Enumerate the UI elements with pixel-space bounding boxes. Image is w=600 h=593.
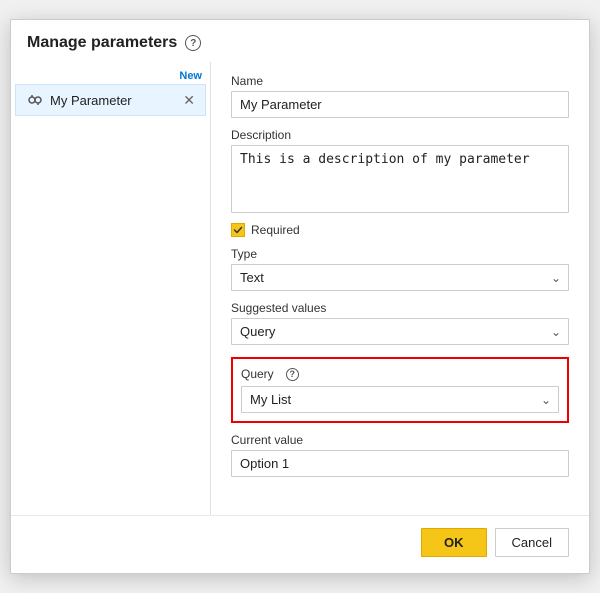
help-icon[interactable]: ? [185,35,201,51]
type-select-wrapper: Text ⌄ [231,264,569,291]
suggested-values-field-group: Suggested values Query ⌄ [231,301,569,345]
suggested-values-label: Suggested values [231,301,569,315]
dialog-title: Manage parameters [27,34,177,52]
name-field-group: Name [231,74,569,118]
parameter-icon [26,91,44,109]
description-field-group: Description This is a description of my … [231,128,569,213]
manage-parameters-dialog: Manage parameters ? New My Parameter ✕ [10,19,590,574]
type-select[interactable]: Text [231,264,569,291]
dialog-footer: OK Cancel [11,515,589,573]
query-select-wrapper: My List ⌄ [241,386,559,413]
sidebar-parameter-item[interactable]: My Parameter ✕ [15,84,206,116]
query-help-icon[interactable]: ? [286,368,299,381]
current-value-field-group: Current value [231,433,569,477]
required-checkbox[interactable] [231,223,245,237]
current-value-label: Current value [231,433,569,447]
dialog-header: Manage parameters ? [11,20,589,62]
query-select[interactable]: My List [241,386,559,413]
type-field-group: Type Text ⌄ [231,247,569,291]
suggested-values-select-wrapper: Query ⌄ [231,318,569,345]
close-icon[interactable]: ✕ [183,93,195,107]
sidebar-item-name: My Parameter [50,93,183,108]
name-label: Name [231,74,569,88]
name-input[interactable] [231,91,569,118]
description-textarea[interactable]: This is a description of my parameter [231,145,569,213]
new-label: New [11,70,210,84]
cancel-button[interactable]: Cancel [495,528,569,557]
current-value-input[interactable] [231,450,569,477]
type-label: Type [231,247,569,261]
suggested-values-select[interactable]: Query [231,318,569,345]
main-content: Name Description This is a description o… [211,62,589,515]
description-label: Description [231,128,569,142]
required-row: Required [231,223,569,237]
query-label-row: Query ? [241,367,559,381]
dialog-body: New My Parameter ✕ Name [11,62,589,515]
ok-button[interactable]: OK [421,528,487,557]
query-label: Query [241,367,274,381]
sidebar: New My Parameter ✕ [11,62,211,515]
required-label: Required [251,223,300,237]
query-section: Query ? My List ⌄ [231,357,569,423]
